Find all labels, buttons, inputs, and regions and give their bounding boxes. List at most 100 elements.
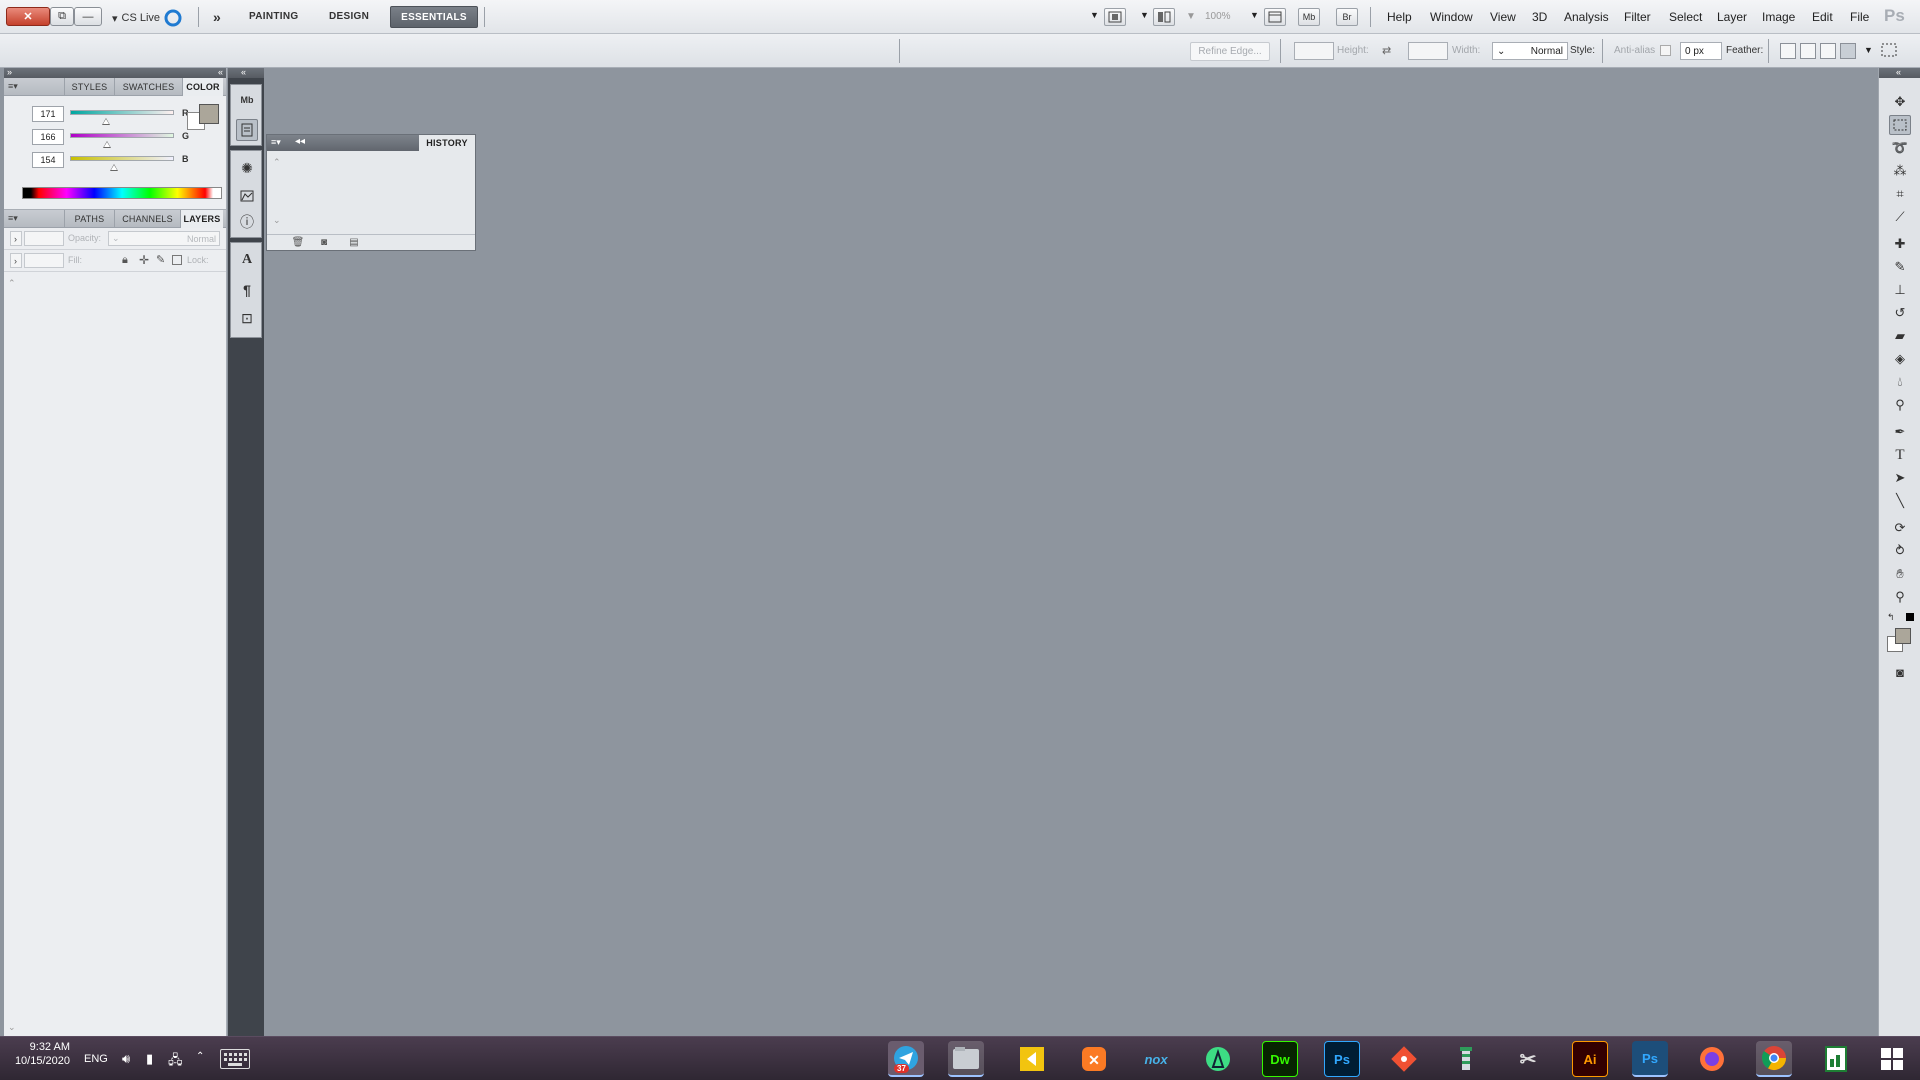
taskbar-nox-icon[interactable]: nox: [1138, 1041, 1174, 1077]
move-tool-icon[interactable]: ✥: [1889, 92, 1911, 112]
menu-3d[interactable]: 3D: [1532, 10, 1547, 24]
language-indicator[interactable]: ENG: [84, 1053, 108, 1065]
menu-file[interactable]: File: [1850, 10, 1869, 24]
taskbar-files-icon[interactable]: [948, 1041, 984, 1077]
marquee-tool-preset-icon[interactable]: [1880, 42, 1898, 58]
default-colors-icon[interactable]: [1906, 613, 1914, 621]
history-menu-icon[interactable]: ≡▾: [271, 137, 281, 148]
lasso-tool-icon[interactable]: ➰: [1889, 138, 1911, 158]
fill-field[interactable]: [24, 253, 64, 268]
tab-color[interactable]: COLOR: [182, 78, 223, 96]
tool-foreground-color[interactable]: [1895, 628, 1911, 644]
lock-transparency-icon[interactable]: [172, 255, 182, 265]
new-document-from-state-icon[interactable]: ▤: [347, 237, 361, 249]
refine-edge-button[interactable]: Refine Edge...: [1190, 42, 1270, 61]
lock-pixels-icon[interactable]: ✎: [156, 253, 165, 266]
scroll-up-icon[interactable]: ⌃: [8, 278, 16, 289]
red-value-field[interactable]: 171: [32, 106, 64, 122]
path-selection-tool-icon[interactable]: ➤: [1889, 468, 1911, 488]
histogram-icon[interactable]: [236, 185, 258, 207]
clone-stamp-tool-icon[interactable]: ⊥: [1889, 280, 1911, 300]
intersect-selection-icon[interactable]: [1780, 43, 1796, 59]
info-icon[interactable]: ⓘ: [236, 211, 258, 233]
menu-help[interactable]: Help: [1387, 10, 1412, 24]
workspace-essentials[interactable]: ESSENTIALS: [390, 6, 478, 28]
panel-menu-icon[interactable]: ≡▾: [8, 81, 18, 92]
workspace-painting[interactable]: PAINTING: [249, 11, 298, 22]
taskbar-player-icon[interactable]: [1014, 1041, 1050, 1077]
taskbar-dreamweaver-icon[interactable]: Dw: [1262, 1041, 1298, 1077]
zoom-dropdown-icon[interactable]: ▼: [1186, 11, 1196, 22]
quick-selection-tool-icon[interactable]: ⁂: [1889, 161, 1911, 181]
document-canvas-area[interactable]: [265, 68, 1877, 1036]
lock-position-icon[interactable]: ✛: [139, 253, 149, 267]
network-icon[interactable]: 🖧︎: [168, 1051, 183, 1073]
quick-mask-icon[interactable]: ◙: [1889, 662, 1911, 682]
history-panel-header[interactable]: ≡▾ ◂◂ HISTORY: [267, 135, 475, 151]
menu-analysis[interactable]: Analysis: [1564, 10, 1609, 24]
view-extras-button[interactable]: [1264, 8, 1286, 26]
height-field[interactable]: [1294, 42, 1334, 60]
fill-stepper-icon[interactable]: ›: [10, 253, 22, 268]
history-collapse-icon[interactable]: ◂◂: [295, 136, 305, 147]
swap-dimensions-icon[interactable]: ⇄: [1382, 44, 1391, 57]
zoom-level[interactable]: 100%: [1205, 11, 1231, 22]
type-tool-icon[interactable]: T: [1889, 445, 1911, 465]
tab-channels[interactable]: CHANNELS: [114, 210, 180, 228]
add-selection-icon[interactable]: [1820, 43, 1836, 59]
delete-state-icon[interactable]: 🗑︎: [291, 237, 305, 249]
navigator-icon[interactable]: ✺: [236, 157, 258, 179]
tool-preset-dropdown-icon[interactable]: ▼: [1864, 45, 1873, 55]
extras-dropdown-icon[interactable]: ▼: [1250, 10, 1259, 20]
new-selection-icon[interactable]: [1840, 43, 1856, 59]
history-scroll-up-icon[interactable]: ⌃: [273, 157, 281, 168]
feather-field[interactable]: 0 px: [1680, 42, 1722, 60]
mini-bridge-icon[interactable]: Mb: [236, 89, 258, 111]
tray-overflow-icon[interactable]: ⌃: [196, 1051, 204, 1062]
taskbar-illustrator-icon[interactable]: Ai: [1572, 1041, 1608, 1077]
paragraph-icon[interactable]: ¶: [236, 279, 258, 301]
tab-layers[interactable]: LAYERS: [180, 210, 223, 228]
expand-icon[interactable]: »: [7, 67, 12, 77]
taskbar-photoshop-active-icon[interactable]: Ps: [1632, 1041, 1668, 1077]
screen-mode-button[interactable]: [1104, 8, 1126, 26]
touch-keyboard-icon[interactable]: [220, 1049, 250, 1069]
hand-tool-icon[interactable]: ✋︎: [1889, 564, 1911, 584]
layers-panel-menu-icon[interactable]: ≡▾: [8, 213, 18, 224]
menu-layer[interactable]: Layer: [1717, 10, 1747, 24]
arrange-documents-button[interactable]: [1153, 8, 1175, 26]
opacity-stepper-icon[interactable]: ›: [10, 231, 22, 246]
lock-all-icon[interactable]: 🔒︎: [122, 254, 128, 267]
history-brush-tool-icon[interactable]: ↺: [1889, 303, 1911, 323]
menu-view[interactable]: View: [1490, 10, 1516, 24]
mini-bridge-button[interactable]: Mb: [1298, 8, 1320, 26]
battery-icon[interactable]: ▮: [146, 1051, 153, 1067]
taskbar-git-icon[interactable]: [1386, 1041, 1422, 1077]
tool-presets-icon[interactable]: ⊡: [236, 307, 258, 329]
minimize-button[interactable]: —: [74, 7, 102, 26]
taskbar-chrome-icon[interactable]: [1756, 1041, 1792, 1077]
tools-collapse-strip[interactable]: «: [1879, 67, 1920, 78]
dodge-tool-icon[interactable]: ⚲: [1889, 395, 1911, 415]
3d-orbit-tool-icon[interactable]: ⥁: [1889, 541, 1911, 561]
taskbar-snipping-tool-icon[interactable]: ✂: [1510, 1041, 1546, 1077]
anti-alias-checkbox[interactable]: [1660, 45, 1671, 56]
line-tool-icon[interactable]: ╲: [1889, 491, 1911, 511]
swap-colors-icon[interactable]: ↰: [1887, 612, 1895, 623]
collapse-icon[interactable]: «: [218, 67, 223, 77]
menu-edit[interactable]: Edit: [1812, 10, 1833, 24]
taskbar-xampp-icon[interactable]: ✕: [1076, 1041, 1112, 1077]
menu-window[interactable]: Window: [1430, 10, 1473, 24]
character-icon[interactable]: A: [236, 249, 258, 271]
history-icon[interactable]: [236, 119, 258, 141]
subtract-selection-icon[interactable]: [1800, 43, 1816, 59]
taskbar-lighthouse-icon[interactable]: [1448, 1041, 1484, 1077]
close-button[interactable]: ✕: [6, 7, 50, 26]
cs-live-menu[interactable]: ▾ CS Live: [112, 9, 182, 27]
clock[interactable]: 9:32 AM 10/15/2020: [14, 1041, 70, 1067]
blend-mode-select[interactable]: ⌄ Normal: [108, 231, 220, 246]
brush-tool-icon[interactable]: ✎: [1889, 257, 1911, 277]
tab-swatches[interactable]: SWATCHES: [114, 78, 182, 96]
eraser-tool-icon[interactable]: ▰: [1889, 326, 1911, 346]
menu-image[interactable]: Image: [1762, 10, 1795, 24]
